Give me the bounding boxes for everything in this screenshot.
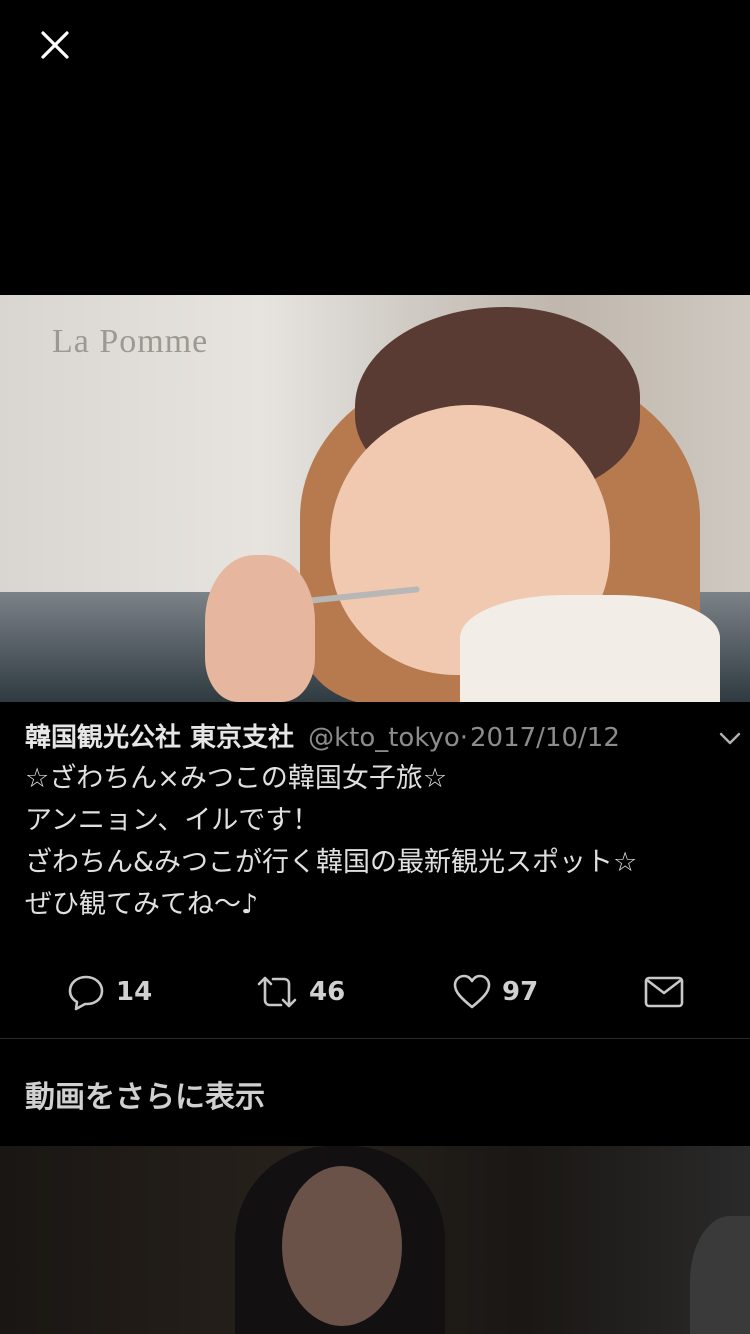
tweet-text: ☆ざわちん×みつこの韓国女子旅☆ アンニョン、イルです！ ざわちん&みつこが行く… bbox=[25, 758, 725, 926]
tweet-separator: · bbox=[459, 723, 469, 753]
chevron-down-icon bbox=[719, 732, 741, 745]
like-button[interactable]: 97 bbox=[452, 968, 538, 1016]
tweet-handle[interactable]: @kto_tokyo bbox=[308, 718, 460, 758]
tweet: 韓国観光公社 東京支社 @kto_tokyo · 2017/10/12 ☆ざわち… bbox=[25, 718, 741, 926]
tweet-text-line: アンニョン、イルです！ bbox=[25, 805, 320, 836]
reply-button[interactable]: 14 bbox=[66, 968, 152, 1016]
close-button[interactable] bbox=[30, 20, 80, 70]
envelope-icon bbox=[644, 976, 684, 1008]
close-icon bbox=[41, 31, 69, 59]
heart-icon bbox=[453, 974, 491, 1009]
tweet-menu-button[interactable] bbox=[715, 723, 745, 753]
reply-count: 14 bbox=[116, 977, 153, 1007]
message-button[interactable] bbox=[643, 968, 685, 1016]
thumbnail-scene-face bbox=[282, 1166, 402, 1326]
tweet-actions: 14 46 97 bbox=[0, 968, 750, 1016]
more-videos-link[interactable]: 動画をさらに表示 bbox=[25, 1072, 265, 1116]
tweet-text-line: ぜひ観てみてね〜♪ bbox=[25, 889, 259, 920]
tweet-author[interactable]: 韓国観光公社 東京支社 bbox=[25, 718, 294, 758]
video-watermark: La Pomme bbox=[52, 323, 209, 360]
tweet-header: 韓国観光公社 東京支社 @kto_tokyo · 2017/10/12 bbox=[25, 718, 725, 758]
retweet-icon bbox=[257, 976, 297, 1008]
divider bbox=[0, 1038, 750, 1039]
retweet-button[interactable]: 46 bbox=[255, 968, 345, 1016]
reply-icon bbox=[68, 975, 104, 1011]
top-bar bbox=[0, 0, 750, 295]
video-scene-shirt bbox=[460, 595, 720, 702]
thumbnail-scene-shoulder bbox=[690, 1216, 750, 1334]
video-scene-hand bbox=[205, 555, 315, 702]
retweet-count: 46 bbox=[309, 977, 346, 1007]
next-video-thumbnail[interactable] bbox=[0, 1146, 750, 1334]
tweet-date[interactable]: 2017/10/12 bbox=[470, 718, 620, 758]
tweet-text-line: ☆ざわちん×みつこの韓国女子旅☆ bbox=[25, 763, 448, 794]
like-count: 97 bbox=[502, 977, 539, 1007]
tweet-text-line: ざわちん&みつこが行く韓国の最新観光スポット☆ bbox=[25, 847, 638, 878]
video-player[interactable]: La Pomme bbox=[0, 295, 750, 702]
